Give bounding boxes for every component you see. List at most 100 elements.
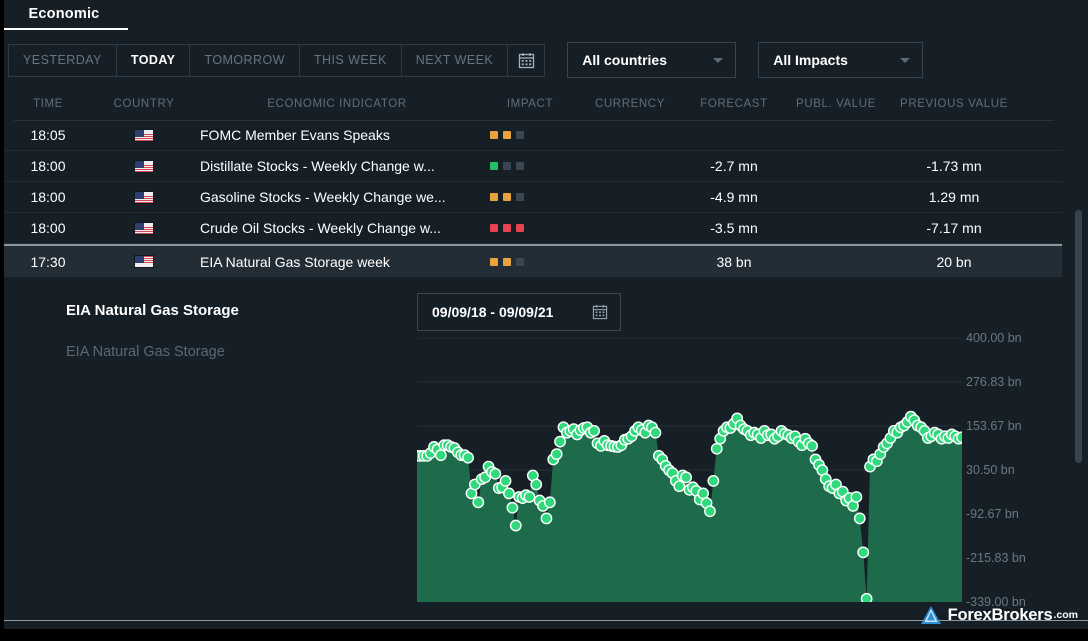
chart-data-point[interactable] [861,594,871,602]
column-header-impact: IMPACT [482,98,578,110]
chevron-down-icon [900,58,910,63]
cell-time: 18:05 [0,127,96,143]
cell-impact [482,193,578,201]
period-tomorrow[interactable]: TOMORROW [189,44,298,77]
chart-data-point[interactable] [712,444,722,454]
table-row[interactable]: 18:00Distillate Stocks - Weekly Change w… [0,151,1062,182]
chart-data-point[interactable] [555,436,565,446]
cell-country [96,255,192,268]
chart-data-point[interactable] [650,427,660,437]
chart-data-point[interactable] [511,520,521,530]
impact-indicator-square [503,162,511,170]
country-filter-value: All countries [582,52,667,68]
chart-data-point[interactable] [524,492,534,502]
event-detail-subtitle: EIA Natural Gas Storage [66,344,225,360]
table-body: 18:05 FOMC Member Evans Speaks 18:00Distil… [0,120,1062,277]
impact-indicator-square [490,131,498,139]
chart-y-tick-label: -215.83 bn [966,551,1026,565]
table-row[interactable]: 18:05 FOMC Member Evans Speaks [0,120,1062,151]
chart-data-point[interactable] [708,476,718,486]
chart-data-point[interactable] [807,441,817,451]
us-flag-icon [134,160,154,173]
chart-data-point[interactable] [531,479,541,489]
date-range-value: 09/09/18 - 09/09/21 [432,304,553,320]
cell-previous-value: 1.29 mn [886,189,1022,205]
impact-indicator-square [490,162,498,170]
watermark-suffix: .com [1053,609,1078,621]
cell-indicator: Distillate Stocks - Weekly Change w... [192,158,482,174]
date-range-picker[interactable]: 09/09/18 - 09/09/21 [417,293,621,331]
column-header-previous-value: PREVIOUS VALUE [886,98,1022,110]
chart-data-point[interactable] [507,502,517,512]
calendar-icon [518,52,535,69]
chart-data-point[interactable] [705,506,715,516]
impact-indicator-square [516,258,524,266]
chart-y-tick-label: -92.67 bn [966,507,1019,521]
chart-data-point[interactable] [436,450,446,460]
cell-indicator: EIA Natural Gas Storage week [192,254,482,270]
chart-data-point[interactable] [504,488,514,498]
table-row[interactable]: 18:00Gasoline Stocks - Weekly Change we.… [0,182,1062,213]
storage-history-chart[interactable] [417,338,962,602]
chart-data-point[interactable] [698,488,708,498]
chart-data-point[interactable] [681,472,691,482]
impact-indicator-square [503,193,511,201]
chart-y-tick-label: 400.00 bn [966,331,1022,345]
chart-data-point[interactable] [551,449,561,459]
period-calendar-button[interactable] [507,44,545,77]
us-flag-icon [134,191,154,204]
period-next-week[interactable]: NEXT WEEK [401,44,507,77]
period-yesterday[interactable]: YESTERDAY [8,44,116,77]
country-filter-dropdown[interactable]: All countries [567,42,736,78]
cell-indicator: FOMC Member Evans Speaks [192,127,482,143]
cell-country [96,129,192,142]
cell-previous-value: 20 bn [886,254,1022,270]
vertical-scrollbar-thumb[interactable] [1075,210,1082,463]
chart-data-point[interactable] [545,497,555,507]
mountain-logo-icon [920,605,942,625]
chart-data-point[interactable] [490,469,500,479]
chart-canvas [417,338,962,602]
chart-y-tick-label: 153.67 bn [966,419,1022,433]
period-today[interactable]: TODAY [116,44,190,77]
period-this-week[interactable]: THIS WEEK [299,44,401,77]
cell-impact [482,131,578,139]
chart-data-point[interactable] [463,452,473,462]
column-header-forecast: FORECAST [682,98,786,110]
chart-data-point[interactable] [541,513,551,523]
table-header-row: TIME COUNTRY ECONOMIC INDICATOR IMPACT C… [0,88,1062,120]
chart-y-axis: 400.00 bn276.83 bn153.67 bn30.50 bn-92.6… [966,330,1076,615]
tab-bar: Economic [0,0,1088,30]
period-next-week-label: NEXT WEEK [416,53,493,67]
chart-y-tick-label: 276.83 bn [966,375,1022,389]
chart-data-point[interactable] [473,497,483,507]
event-detail-header: EIA Natural Gas Storage 09/09/18 - 09/09… [0,284,1062,340]
chart-data-point[interactable] [858,547,868,557]
impact-indicator-square [503,258,511,266]
chart-data-point[interactable] [957,432,962,442]
chart-data-point[interactable] [500,476,510,486]
cell-forecast: -2.7 mn [682,158,786,174]
impact-indicator-square [503,224,511,232]
period-today-label: TODAY [131,53,176,67]
filter-bar: YESTERDAY TODAY TOMORROW THIS WEEK NEXT … [8,42,923,78]
chart-data-point[interactable] [589,426,599,436]
column-header-country: COUNTRY [96,98,192,110]
economic-calendar-app: Economic YESTERDAY TODAY TOMORROW THIS W… [0,0,1088,641]
event-detail-title: EIA Natural Gas Storage [66,302,239,319]
table-row[interactable]: 17:30EIA Natural Gas Storage week38 bn20… [0,244,1062,277]
table-row[interactable]: 18:00Crude Oil Stocks - Weekly Change w.… [0,213,1062,244]
chart-data-point[interactable] [674,481,684,491]
impact-filter-dropdown[interactable]: All Impacts [758,42,923,78]
chart-data-point[interactable] [851,492,861,502]
impact-indicator-square [516,131,524,139]
cell-forecast: -3.5 mn [682,220,786,236]
cell-previous-value: -7.17 mn [886,220,1022,236]
impact-filter-value: All Impacts [773,52,848,68]
tab-economic[interactable]: Economic [0,0,128,30]
cell-indicator: Gasoline Stocks - Weekly Change we... [192,189,482,205]
economic-events-table: TIME COUNTRY ECONOMIC INDICATOR IMPACT C… [0,88,1062,277]
impact-indicator-square [490,258,498,266]
chart-data-point[interactable] [855,513,865,523]
vertical-scrollbar-track[interactable] [1075,120,1082,610]
